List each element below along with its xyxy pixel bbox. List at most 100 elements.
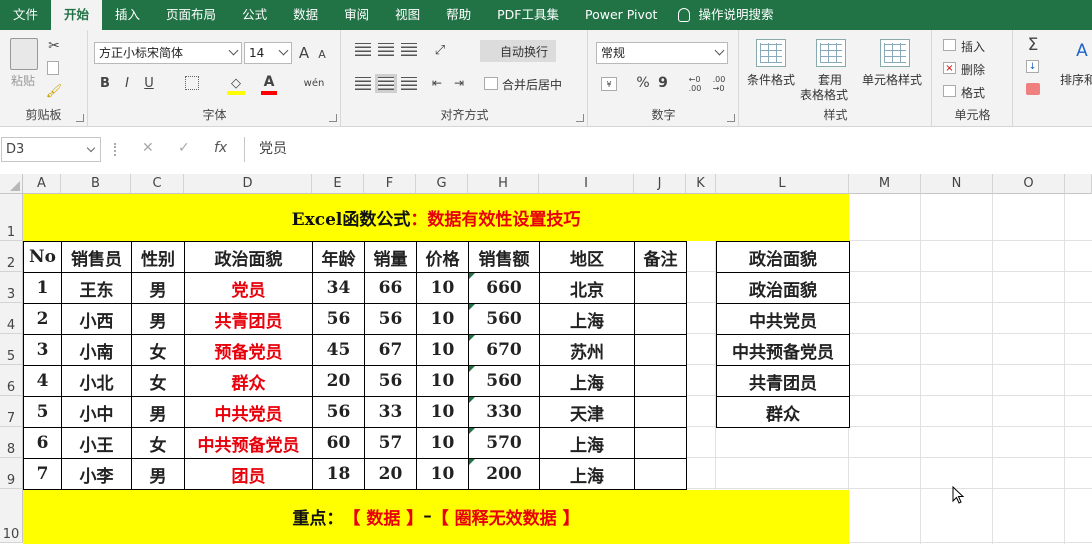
table-cell[interactable]: 20 xyxy=(312,365,365,397)
underline-button[interactable]: U xyxy=(141,74,157,92)
table-cell[interactable]: 女 xyxy=(131,427,185,459)
insert-cells-label[interactable]: 插入 xyxy=(961,38,985,55)
table-cell[interactable]: 共青团员 xyxy=(184,303,313,335)
table-cell[interactable]: 670 xyxy=(468,334,540,366)
align-center-icon[interactable] xyxy=(375,74,397,93)
column-header-i[interactable]: I xyxy=(539,174,634,194)
table-header-cell[interactable]: 销量 xyxy=(364,241,417,273)
font-color-icon[interactable]: A xyxy=(261,73,277,91)
cut-icon[interactable]: ✂ xyxy=(46,38,62,54)
delete-cells-label[interactable]: 删除 xyxy=(961,61,985,78)
menu-view[interactable]: 视图 xyxy=(382,0,433,30)
table-cell[interactable]: 7 xyxy=(23,458,62,490)
table-header-cell[interactable]: 地区 xyxy=(539,241,635,273)
align-bottom-icon[interactable] xyxy=(401,43,417,56)
align-right-icon[interactable] xyxy=(401,77,417,90)
table-cell[interactable]: 56 xyxy=(364,303,417,335)
table-cell[interactable]: 66 xyxy=(364,272,417,304)
table-cell[interactable]: 10 xyxy=(416,427,469,459)
column-header-j[interactable]: J xyxy=(634,174,686,194)
orientation-icon[interactable]: ⤢ xyxy=(430,41,450,59)
bold-button[interactable]: B xyxy=(97,74,113,92)
phonetic-icon[interactable]: wén xyxy=(303,74,325,92)
sort-filter-icon[interactable]: A xyxy=(1072,38,1092,64)
column-header-k[interactable]: K xyxy=(686,174,716,194)
fill-icon[interactable]: ↓ xyxy=(1026,60,1039,73)
delete-cells-icon[interactable]: × xyxy=(943,62,956,74)
table-cell[interactable]: 34 xyxy=(312,272,365,304)
decrease-indent-icon[interactable]: ⇤ xyxy=(428,74,446,92)
lookup-list-item[interactable]: 群众 xyxy=(716,396,850,428)
table-cell[interactable]: 预备党员 xyxy=(184,334,313,366)
table-cell[interactable]: 小王 xyxy=(61,427,132,459)
row-header-1[interactable]: 1 xyxy=(0,194,23,241)
row-header-9[interactable]: 9 xyxy=(0,458,23,489)
table-cell[interactable] xyxy=(634,458,687,490)
menu-power-pivot[interactable]: Power Pivot xyxy=(572,0,670,30)
column-header-e[interactable]: E xyxy=(312,174,364,194)
menu-pdf-tools[interactable]: PDF工具集 xyxy=(484,0,572,30)
name-box[interactable]: D3 xyxy=(1,137,101,162)
table-cell[interactable]: 10 xyxy=(416,303,469,335)
empty-cell[interactable] xyxy=(686,272,717,304)
menu-help[interactable]: 帮助 xyxy=(433,0,484,30)
select-all-corner[interactable] xyxy=(0,174,23,194)
grow-font-icon[interactable]: A xyxy=(296,43,312,63)
column-header-f[interactable]: F xyxy=(364,174,416,194)
table-header-cell[interactable]: 销售员 xyxy=(61,241,132,273)
table-cell[interactable]: 小南 xyxy=(61,334,132,366)
percent-button[interactable]: % xyxy=(635,74,651,92)
table-cell[interactable]: 570 xyxy=(468,427,540,459)
comma-button[interactable]: 9 xyxy=(657,74,669,92)
table-header-cell[interactable]: 性别 xyxy=(131,241,185,273)
empty-cell[interactable] xyxy=(686,458,717,490)
table-cell[interactable] xyxy=(634,303,687,335)
table-cell[interactable] xyxy=(634,334,687,366)
menu-insert[interactable]: 插入 xyxy=(102,0,153,30)
cell-styles-label[interactable]: 单元格样式 xyxy=(862,71,922,88)
fill-color-icon[interactable]: ◇ xyxy=(227,73,245,93)
column-header-l[interactable]: L xyxy=(716,174,849,194)
table-cell[interactable]: 5 xyxy=(23,396,62,428)
table-cell[interactable] xyxy=(634,396,687,428)
merge-center-icon[interactable] xyxy=(484,77,498,90)
cancel-icon[interactable]: ✕ xyxy=(142,140,154,156)
lookup-list-item[interactable]: 共青团员 xyxy=(716,365,850,397)
table-header-cell[interactable]: 政治面貌 xyxy=(184,241,313,273)
table-cell[interactable]: 330 xyxy=(468,396,540,428)
font-launcher-icon[interactable] xyxy=(329,114,337,122)
table-cell[interactable]: 2 xyxy=(23,303,62,335)
enter-icon[interactable]: ✓ xyxy=(178,140,190,156)
table-cell[interactable]: 200 xyxy=(468,458,540,490)
table-header-cell[interactable]: 年龄 xyxy=(312,241,365,273)
increase-decimal-button[interactable]: ←0 .00 xyxy=(685,74,705,94)
font-name-select[interactable]: 方正小标宋简体 xyxy=(94,42,242,64)
font-size-select[interactable]: 14 xyxy=(244,42,292,64)
format-cells-icon[interactable] xyxy=(943,85,956,97)
row-header-2[interactable]: 2 xyxy=(0,241,23,272)
insert-function-icon[interactable]: fx xyxy=(214,140,227,156)
lookup-list-item[interactable]: 中共党员 xyxy=(716,303,850,335)
row-header-7[interactable]: 7 xyxy=(0,396,23,427)
cell-styles-icon[interactable] xyxy=(880,39,910,67)
table-cell[interactable]: 男 xyxy=(131,272,185,304)
error-indicator-icon[interactable] xyxy=(469,428,475,434)
align-top-icon[interactable] xyxy=(355,43,371,56)
table-cell[interactable]: 57 xyxy=(364,427,417,459)
accounting-format-icon[interactable]: ¥ xyxy=(601,77,617,91)
sort-filter-label[interactable]: 排序和 xyxy=(1060,71,1092,88)
lookup-list-item[interactable]: 政治面貌 xyxy=(716,272,850,304)
copy-icon[interactable] xyxy=(47,61,59,75)
table-cell[interactable]: 男 xyxy=(131,396,185,428)
decrease-decimal-button[interactable]: .00 →0 xyxy=(709,74,729,94)
shrink-font-icon[interactable]: A xyxy=(315,45,329,63)
column-header-h[interactable]: H xyxy=(468,174,539,194)
table-header-cell[interactable]: 销售额 xyxy=(468,241,540,273)
table-cell[interactable] xyxy=(634,272,687,304)
table-cell[interactable]: 56 xyxy=(312,303,365,335)
error-indicator-icon[interactable] xyxy=(469,273,475,279)
tell-me-search[interactable]: 操作说明搜索 xyxy=(696,0,786,30)
number-format-select[interactable]: 常规 xyxy=(596,42,728,64)
lookup-list-item[interactable]: 中共预备党员 xyxy=(716,334,850,366)
format-painter-icon[interactable]: 🖌 xyxy=(46,84,63,99)
